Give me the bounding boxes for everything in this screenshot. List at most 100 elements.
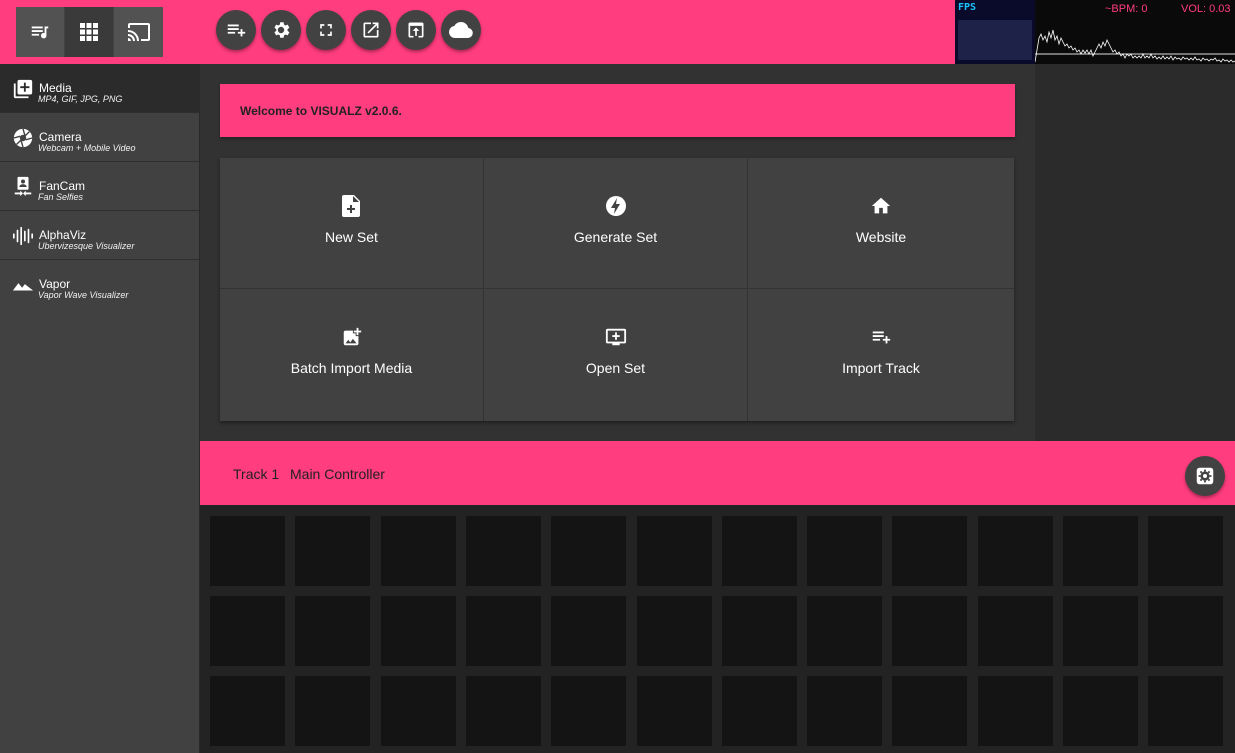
track-header: Track 1 Main Controller <box>200 441 1235 505</box>
playlist-icon <box>31 26 49 39</box>
open-external-button[interactable] <box>351 10 391 50</box>
sidebar-item-subtitle: Ubervizesque Visualizer <box>38 241 135 251</box>
clip-slot[interactable] <box>977 596 1053 666</box>
bpm-readout: ~BPM: 0 <box>1105 3 1148 15</box>
sidebar-item-title: FanCam <box>39 179 86 193</box>
clip-slot[interactable] <box>295 676 371 746</box>
clip-slot[interactable] <box>807 596 883 666</box>
clip-slot[interactable] <box>380 596 456 666</box>
fancam-icon <box>14 176 32 197</box>
new-file-icon <box>341 195 360 217</box>
clip-slot[interactable] <box>807 676 883 746</box>
action-label: Import Track <box>842 360 920 376</box>
add-photo-icon <box>343 327 361 346</box>
sidebar-item-camera[interactable]: Camera Webcam + Mobile Video <box>0 113 199 162</box>
sidebar-item-alphaviz[interactable]: AlphaViz Ubervizesque Visualizer <box>0 211 199 260</box>
clip-slot[interactable] <box>210 676 285 746</box>
settings-button[interactable] <box>261 10 301 50</box>
settings-icon <box>1196 467 1214 485</box>
clip-slot[interactable] <box>1148 516 1224 586</box>
playlist-add-icon <box>872 331 891 344</box>
fps-monitor: FPS <box>955 0 1035 64</box>
audio-waveform <box>1035 29 1235 63</box>
clip-slot[interactable] <box>977 676 1053 746</box>
sidebar-item-fancam[interactable]: FanCam Fan Selfies <box>0 162 199 211</box>
clip-slot[interactable] <box>636 676 712 746</box>
clip-slot[interactable] <box>892 596 968 666</box>
sidebar-item-vapor[interactable]: Vapor Vapor Wave Visualizer <box>0 260 199 309</box>
clip-slot[interactable] <box>210 516 285 586</box>
add-to-queue-icon <box>227 24 246 37</box>
clip-slot[interactable] <box>721 516 797 586</box>
action-label: Generate Set <box>573 229 658 245</box>
clip-slot[interactable] <box>636 596 712 666</box>
sidebar-item-title: AlphaViz <box>39 228 87 242</box>
clip-slot[interactable] <box>380 676 456 746</box>
clip-slot[interactable] <box>1063 676 1138 746</box>
action-label: Batch Import Media <box>290 360 413 376</box>
clip-slot[interactable] <box>807 516 883 586</box>
cast-mode-button[interactable] <box>114 7 163 57</box>
clip-slot[interactable] <box>636 516 712 586</box>
add-to-queue-button[interactable] <box>216 10 256 50</box>
action-label: New Set <box>325 229 378 245</box>
clip-slot[interactable] <box>892 516 968 586</box>
open-external-icon <box>363 22 379 38</box>
upload-button[interactable] <box>396 10 436 50</box>
welcome-banner: Welcome to VISUALZ v2.0.6. <box>220 84 1015 137</box>
action-label: Website <box>855 229 907 245</box>
track-settings-button[interactable] <box>1185 456 1225 496</box>
clip-slot[interactable] <box>295 516 371 586</box>
sidebar-item-subtitle: Webcam + Mobile Video <box>38 143 136 153</box>
track-controller: Main Controller <box>290 466 385 482</box>
clip-slot[interactable] <box>551 676 627 746</box>
home-icon <box>871 197 891 214</box>
clip-slot[interactable] <box>1148 676 1224 746</box>
view-mode-switcher <box>16 7 164 57</box>
clip-slot[interactable] <box>465 676 541 746</box>
sidebar-item-title: Vapor <box>39 277 71 291</box>
add-media-icon <box>13 79 33 99</box>
fps-label: FPS <box>958 2 977 13</box>
clip-slot[interactable] <box>465 596 541 666</box>
top-toolbar <box>0 0 955 64</box>
clip-slot[interactable] <box>721 676 797 746</box>
mountains-icon <box>12 283 34 291</box>
new-set-button[interactable]: New Set <box>220 158 484 289</box>
clip-slot[interactable] <box>210 596 285 666</box>
sidebar-item-title: Media <box>39 81 72 95</box>
playlist-mode-button[interactable] <box>16 7 65 57</box>
clip-slot[interactable] <box>1063 596 1138 666</box>
clip-slot[interactable] <box>721 596 797 666</box>
clip-slot[interactable] <box>380 516 456 586</box>
clip-slot[interactable] <box>892 676 968 746</box>
clip-slot[interactable] <box>1063 516 1138 586</box>
sidebar-item-media[interactable]: Media MP4, GIF, JPG, PNG <box>0 64 199 113</box>
clip-slot[interactable] <box>1148 596 1224 666</box>
website-button[interactable]: Website <box>748 158 1014 289</box>
batch-import-media-button[interactable]: Batch Import Media <box>220 289 484 421</box>
open-set-button[interactable]: Open Set <box>484 289 748 421</box>
settings-icon <box>274 22 290 38</box>
cloud-button[interactable] <box>441 10 481 50</box>
clip-slot[interactable] <box>551 596 627 666</box>
quick-actions-grid: New Set Generate Set Website Batch Impor… <box>220 158 1014 421</box>
sidebar-item-subtitle: Fan Selfies <box>38 192 84 202</box>
sidebar-item-subtitle: Vapor Wave Visualizer <box>38 290 129 300</box>
import-track-button[interactable]: Import Track <box>748 289 1014 421</box>
fullscreen-button[interactable] <box>306 10 346 50</box>
grid-icon <box>80 23 98 41</box>
upload-icon <box>408 22 424 38</box>
grid-mode-button[interactable] <box>65 7 114 57</box>
bolt-icon <box>605 196 626 216</box>
cloud-icon <box>449 22 473 38</box>
clip-slot[interactable] <box>295 596 371 666</box>
clip-slot[interactable] <box>977 516 1053 586</box>
clip-slot[interactable] <box>551 516 627 586</box>
sidebar-item-title: Camera <box>39 130 82 144</box>
cast-icon <box>127 23 150 41</box>
generate-set-button[interactable]: Generate Set <box>484 158 748 289</box>
main-content: Welcome to VISUALZ v2.0.6. New Set Gener… <box>200 64 1035 441</box>
clip-slot[interactable] <box>465 516 541 586</box>
track-name: Track 1 <box>233 466 280 482</box>
